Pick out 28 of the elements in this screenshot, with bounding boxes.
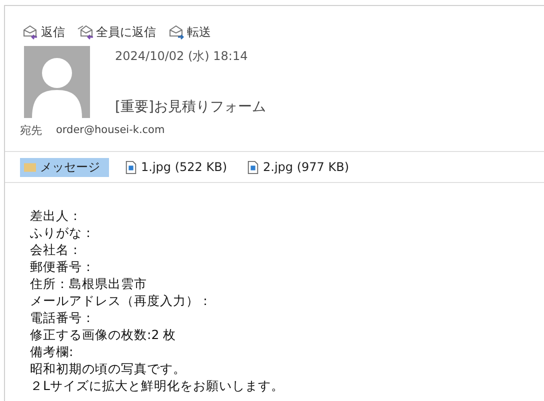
reply-all-button[interactable]: 全員に返信	[75, 24, 158, 40]
forward-button[interactable]: 転送	[166, 24, 213, 40]
subject-text: [重要]お見積りフォーム	[115, 98, 266, 116]
envelope-left-arrow-icon	[22, 24, 39, 40]
body-text-line: 備考欄:	[30, 343, 74, 360]
body-text-line: 郵便番号：	[30, 258, 96, 275]
body-text-line: 昭和初期の頃の写真です。	[30, 360, 187, 377]
avatar-icon	[24, 46, 90, 118]
body-text-line: ２Lサイズに拡大と鮮明化をお願いします。	[30, 377, 285, 394]
body-text-line: 電話番号：	[30, 309, 96, 326]
message-tab[interactable]: メッセージ	[20, 158, 109, 176]
body-text-line: 会社名：	[30, 241, 83, 258]
attachment-file[interactable]: 1.jpg (522 KB)	[121, 158, 232, 176]
body-text-line: 住所：島根県出雲市	[30, 275, 148, 292]
body-text-line: 修正する画像の枚数:2 枚	[30, 326, 178, 343]
to-label: 宛先	[20, 122, 42, 138]
envelope-right-arrow-icon	[168, 24, 185, 40]
body-text-line: ふりがな：	[30, 224, 96, 241]
recipient-address: order@housei-k.com	[56, 124, 165, 136]
date-text: 2024/10/02 (水) 18:14	[115, 48, 249, 65]
image-file-icon	[247, 160, 260, 174]
message-icon	[24, 160, 36, 174]
image-file-icon	[125, 160, 137, 174]
attachment-file[interactable]: 2.jpg (977 KB)	[243, 158, 354, 176]
reply-button[interactable]: 返信	[20, 24, 67, 40]
body-text-line: メールアドレス（再度入力）：	[30, 292, 213, 309]
envelope-left-arrow-icon	[77, 24, 94, 40]
body-text-line: 差出人：	[30, 207, 83, 224]
